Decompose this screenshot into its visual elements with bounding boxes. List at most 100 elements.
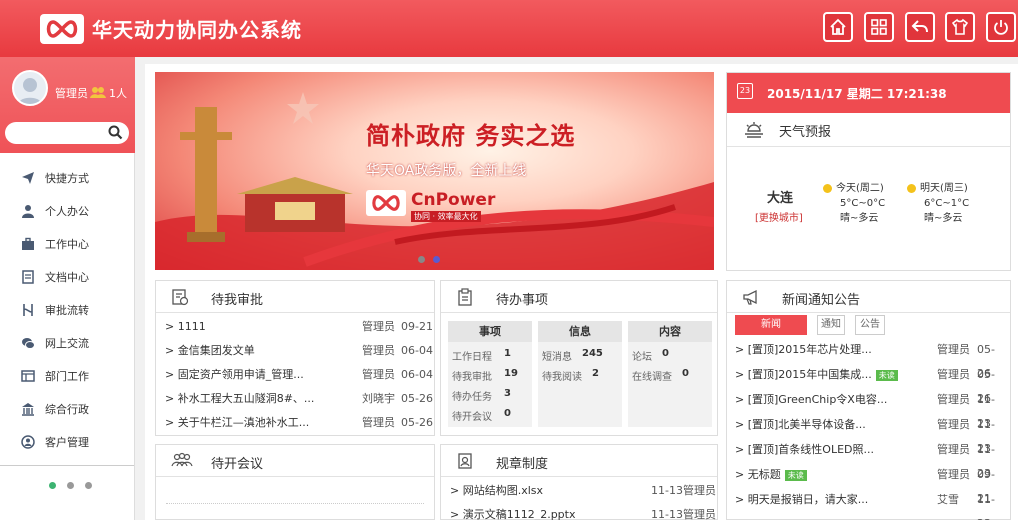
sidebar-item-department[interactable]: 部门工作 — [0, 359, 134, 392]
sidebar-menu: 快捷方式 个人办公 工作中心 文档中心 审批流转 网上交流 部门工作 综合行政 — [0, 161, 134, 458]
grid-icon — [871, 19, 887, 35]
todo-label[interactable]: 工作日程 — [452, 348, 492, 363]
banner-subline: 华天OA政务版，全新上线 — [366, 163, 527, 179]
logout-button[interactable] — [986, 12, 1016, 42]
todo-value[interactable]: 1 — [504, 348, 511, 359]
todo-value[interactable]: 0 — [662, 348, 669, 359]
list-item[interactable]: > 补水工程大五山隧洞8#、... 刘晓宇 05-26 — [165, 387, 433, 411]
power-icon — [994, 20, 1008, 35]
pager-dot-3[interactable] — [85, 482, 92, 489]
list-item[interactable]: > [置顶]首条线性OLED照... 管理员 11-23 — [735, 438, 1007, 480]
sidebar: 管理员 1人 快捷方式 个人办公 工作中心 文档中心 审批流转 网上交流 部门工… — [0, 57, 135, 520]
panel-header: 新闻通知公告 — [727, 281, 1010, 313]
online-count[interactable]: 1人 — [109, 85, 127, 101]
divider — [166, 503, 424, 504]
weather-day-label: 今天(周二) — [836, 183, 884, 194]
sidebar-pager — [0, 465, 134, 520]
sidebar-item-customers[interactable]: 客户管理 — [0, 425, 134, 458]
sidebar-item-administration[interactable]: 综合行政 — [0, 392, 134, 425]
pager-dot-1[interactable] — [49, 482, 56, 489]
sidebar-item-online-chat[interactable]: 网上交流 — [0, 326, 134, 359]
list-item[interactable]: > 金信集团发文单 管理员 06-04 — [165, 339, 433, 363]
app-title: 华天动力协同办公系统 — [92, 18, 302, 42]
list-item[interactable]: > [置顶]2015年中国集成... 未读 管理员 05-26 — [735, 363, 1007, 405]
list-item[interactable]: > [置顶]2015年芯片处理... 管理员 05-26 — [735, 338, 1007, 380]
sidebar-item-label: 工作中心 — [45, 237, 89, 251]
rules-panel: 规章制度 > 网站结构图.xlsx 11-13管理员 > 演示文稿1112_2.p… — [440, 444, 718, 520]
weather-header: 天气预报 — [727, 113, 1010, 147]
todo-value[interactable]: 245 — [582, 348, 603, 359]
home-button[interactable] — [823, 12, 853, 42]
calendar-icon: 23 — [737, 83, 753, 99]
banner-dot-2[interactable] — [433, 256, 440, 263]
change-city-link[interactable]: [更换城市] — [755, 209, 803, 224]
tab-news[interactable]: 新闻 — [735, 315, 807, 335]
todo-label[interactable]: 在线调查 — [632, 368, 672, 383]
panel-title: 待我审批 — [211, 293, 264, 308]
panel-header: 待开会议 — [156, 445, 434, 477]
todo-value[interactable]: 3 — [504, 388, 511, 399]
todo-label[interactable]: 待开会议 — [452, 408, 492, 423]
banner-logo: CnPower 协同 · 效率最大化 — [366, 190, 496, 224]
banner-dot-1[interactable] — [418, 256, 425, 263]
sidebar-item-label: 审批流转 — [45, 303, 89, 317]
weather-title: 天气预报 — [779, 125, 832, 140]
department-icon — [20, 368, 36, 384]
customer-icon — [20, 434, 36, 450]
list-item[interactable]: > 演示文稿1112_2.pptx 11-13管理员 — [450, 503, 716, 520]
todo-column-info: 信息 短消息 245 待我阅读 2 — [538, 321, 622, 427]
infinity-logo-icon — [46, 20, 78, 38]
panel-title: 待办事项 — [496, 293, 549, 308]
banner[interactable]: 简朴政府 务实之选 华天OA政务版，全新上线 CnPower 协同 · 效率最大… — [155, 72, 714, 270]
todo-value[interactable]: 2 — [592, 368, 599, 379]
list-item[interactable]: > 无标题 未读 管理员 09-21 — [735, 463, 1007, 505]
list-item[interactable]: > 关于牛栏江—滇池补水工... 管理员 05-26 — [165, 411, 433, 435]
todo-panel: 待办事项 事项 工作日程 1 待我审批 19 待办任务 3 待开会议 0 信息 短消息 2… — [440, 280, 718, 436]
list-item[interactable]: > 明天是报销日，请大家...艾雪11-23 — [735, 488, 1007, 520]
sidebar-item-personal[interactable]: 个人办公 — [0, 194, 134, 227]
pager-dot-2[interactable] — [67, 482, 74, 489]
todo-label[interactable]: 待我阅读 — [542, 368, 582, 383]
grid-button[interactable] — [864, 12, 894, 42]
todo-label[interactable]: 待我审批 — [452, 368, 492, 383]
search-input[interactable] — [13, 125, 103, 141]
user-name: 管理员 — [55, 87, 88, 100]
search-icon[interactable] — [108, 125, 123, 143]
todo-label[interactable]: 短消息 — [542, 348, 572, 363]
date-weather-panel: 23 2015/11/17 星期二 17:21:38 天气预报 大连 [更换城市… — [726, 72, 1011, 271]
infinity-logo-icon — [372, 195, 400, 211]
sun-icon — [907, 183, 916, 193]
panel-title: 新闻通知公告 — [782, 293, 861, 308]
todo-value[interactable]: 19 — [504, 368, 518, 379]
sidebar-item-documents[interactable]: 文档中心 — [0, 260, 134, 293]
weather-desc: 晴~多云 — [840, 213, 879, 224]
user-avatar-icon — [17, 78, 43, 104]
todo-label[interactable]: 论坛 — [632, 348, 652, 363]
chat-icon — [20, 335, 36, 351]
list-item[interactable]: > 网站结构图.xlsx 11-13管理员 — [450, 479, 716, 503]
todo-value[interactable]: 0 — [682, 368, 689, 379]
sidebar-item-work-center[interactable]: 工作中心 — [0, 227, 134, 260]
rules-icon — [456, 452, 474, 473]
weather-tomorrow: 明天(周三) 6°C~1°C 晴~多云 — [907, 181, 977, 226]
sidebar-item-approval-flow[interactable]: 审批流转 — [0, 293, 134, 326]
panel-header: 规章制度 — [441, 445, 717, 477]
sidebar-item-label: 客户管理 — [45, 435, 89, 449]
tab-notices[interactable]: 通知 — [817, 315, 845, 335]
tab-announcements[interactable]: 公告 — [855, 315, 885, 335]
skin-button[interactable] — [945, 12, 975, 42]
building-icon — [20, 401, 36, 417]
approval-panel: 待我审批 > 1111 管理员 09-21 > 金信集团发文单 管理员 06-04 > … — [155, 280, 435, 436]
avatar[interactable] — [12, 70, 48, 106]
todo-value[interactable]: 0 — [504, 408, 511, 419]
todo-label[interactable]: 待办任务 — [452, 388, 492, 403]
clipboard-icon — [456, 288, 474, 309]
weather-desc: 晴~多云 — [924, 213, 963, 224]
sidebar-item-shortcuts[interactable]: 快捷方式 — [0, 161, 134, 194]
back-button[interactable] — [905, 12, 935, 42]
panel-title: 规章制度 — [496, 457, 549, 472]
list-item[interactable]: > 1111 管理员 09-21 — [165, 315, 433, 339]
list-item[interactable]: > [置顶]北美半导体设备... 管理员 11-23 — [735, 413, 1007, 455]
list-item[interactable]: > [置顶]GreenChip令X电容... 管理员 11-23 — [735, 388, 1007, 430]
list-item[interactable]: > 固定资产领用申请_管理... 管理员 06-04 — [165, 363, 433, 387]
